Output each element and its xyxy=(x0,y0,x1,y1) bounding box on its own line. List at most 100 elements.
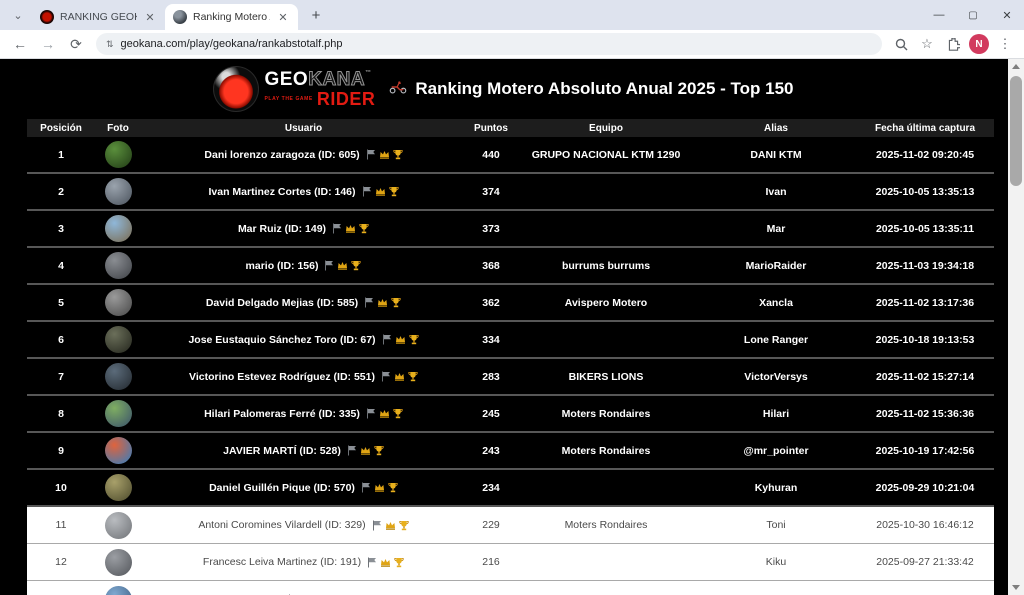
cell-photo xyxy=(95,437,141,464)
table-row: 8 Hilari Palomeras Ferré (ID: 335) 245 M… xyxy=(27,396,994,433)
url-input[interactable] xyxy=(121,38,872,50)
username: Antoni Coromines Vilardell (ID: 329) xyxy=(198,519,365,531)
logo-rider: RIDER xyxy=(317,90,376,108)
extensions-icon[interactable] xyxy=(941,32,965,56)
site-settings-icon[interactable]: ⇅ xyxy=(106,39,113,50)
zoom-icon[interactable] xyxy=(889,32,913,56)
cell-position: 12 xyxy=(27,556,95,568)
cell-points: 374 xyxy=(466,186,516,198)
minimize-button[interactable]: — xyxy=(922,0,956,30)
back-button[interactable]: ← xyxy=(8,32,32,56)
table-row: 3 Mar Ruiz (ID: 149) 373 Mar 2025-10-05 … xyxy=(27,211,994,248)
window-controls: — ▢ ✕ xyxy=(922,0,1024,30)
checkered-flag-icon xyxy=(372,520,382,531)
cell-position: 5 xyxy=(27,297,95,309)
crown-icon xyxy=(395,334,406,344)
cell-position: 2 xyxy=(27,186,95,198)
cell-team: Moters Rondaires xyxy=(516,445,696,457)
browser-tab-1[interactable]: RANKING GEOKANA – GEOKAN ✕ xyxy=(32,4,165,30)
reload-button[interactable]: ⟳ xyxy=(64,32,88,56)
cell-alias: VictorVersys xyxy=(696,371,856,383)
cell-date: 2025-09-27 21:33:42 xyxy=(856,556,994,568)
maximize-button[interactable]: ▢ xyxy=(956,0,990,30)
trophy-icon xyxy=(388,482,398,493)
cell-photo xyxy=(95,178,141,205)
cell-alias: Mar xyxy=(696,223,856,235)
forward-button[interactable]: → xyxy=(36,32,60,56)
page-scrollbar[interactable] xyxy=(1008,59,1024,595)
cell-position: 1 xyxy=(27,149,95,161)
cell-team: Moters Rondaires xyxy=(516,408,696,420)
cell-photo xyxy=(95,289,141,316)
checkered-flag-icon xyxy=(382,334,392,345)
cell-photo xyxy=(95,549,141,576)
checkered-flag-icon xyxy=(367,557,377,568)
scrollbar-up-icon[interactable] xyxy=(1008,59,1024,74)
crown-icon xyxy=(394,371,405,381)
table-row: 7 Victorino Estevez Rodríguez (ID: 551) … xyxy=(27,359,994,396)
avatar xyxy=(105,178,132,205)
username: David Delgado Mejias (ID: 585) xyxy=(206,297,358,309)
cell-date: 2025-10-19 17:42:56 xyxy=(856,445,994,457)
logo-kana: KANA xyxy=(308,69,365,90)
cell-points: 440 xyxy=(466,149,516,161)
logo-tagline: PLAY THE GAME xyxy=(264,97,312,102)
cell-date: 2025-11-02 15:27:14 xyxy=(856,371,994,383)
checkered-flag-icon xyxy=(332,223,342,234)
cell-points: 243 xyxy=(466,445,516,457)
table-row: 11 Antoni Coromines Vilardell (ID: 329) … xyxy=(27,507,994,544)
avatar xyxy=(105,474,132,501)
trophy-icon xyxy=(393,149,403,160)
cell-points: 229 xyxy=(466,519,516,531)
username: Ivan Martinez Cortes (ID: 146) xyxy=(208,186,355,198)
table-row: 9 JAVIER MARTÍ (ID: 528) 243 Moters Rond… xyxy=(27,433,994,470)
browser-tab-2-active[interactable]: Ranking Motero Absoluto Anua ✕ xyxy=(165,4,298,30)
username: Daniel Guillén Pique (ID: 570) xyxy=(209,482,355,494)
cell-team: Moters Rondaires xyxy=(516,519,696,531)
table-row: 5 David Delgado Mejias (ID: 585) 362 Avi… xyxy=(27,285,994,322)
page-header: GEOKANA™ PLAY THE GAME RIDER xyxy=(0,59,1008,119)
logo-trademark: ™ xyxy=(365,70,372,76)
browser-toolbar: ← → ⟳ ⇅ ☆ N ⋮ xyxy=(0,30,1024,59)
cell-alias: MarioRaider xyxy=(696,260,856,272)
cell-user: Mar Ruiz (ID: 149) xyxy=(141,223,466,235)
cell-points: 283 xyxy=(466,371,516,383)
avatar xyxy=(105,326,132,353)
avatar xyxy=(105,586,132,595)
browser-menu-icon[interactable]: ⋮ xyxy=(993,32,1017,56)
checkered-flag-icon xyxy=(362,186,372,197)
scrollbar-down-icon[interactable] xyxy=(1008,580,1024,595)
username: Dani lorenzo zaragoza (ID: 605) xyxy=(204,149,359,161)
cell-alias: Toni xyxy=(696,519,856,531)
cell-alias: Kyhuran xyxy=(696,482,856,494)
scrollbar-thumb[interactable] xyxy=(1010,76,1022,186)
avatar xyxy=(105,289,132,316)
avatar xyxy=(105,437,132,464)
cell-date: 2025-11-03 19:34:18 xyxy=(856,260,994,272)
profile-avatar[interactable]: N xyxy=(969,34,989,54)
address-bar[interactable]: ⇅ xyxy=(96,33,882,55)
tab-close-icon[interactable]: ✕ xyxy=(143,10,157,24)
geokana-ball-icon xyxy=(214,67,258,111)
cell-user: Hilari Palomeras Ferré (ID: 335) xyxy=(141,408,466,420)
col-header-equipo: Equipo xyxy=(516,123,696,134)
new-tab-button[interactable]: + xyxy=(304,3,328,27)
cell-position: 8 xyxy=(27,408,95,420)
username: Francesc Leiva Martinez (ID: 191) xyxy=(203,556,361,568)
crown-icon xyxy=(374,482,385,492)
tab-list-chevron-icon[interactable]: ⌄ xyxy=(6,3,30,27)
cell-points: 245 xyxy=(466,408,516,420)
tab-close-icon[interactable]: ✕ xyxy=(276,10,290,24)
ranking-favicon-icon xyxy=(173,10,187,24)
cell-user: Francesc Leiva Martinez (ID: 191) xyxy=(141,556,466,568)
cell-photo xyxy=(95,215,141,242)
logo-geo: GEO xyxy=(264,69,308,90)
browser-tab-strip: ⌄ RANKING GEOKANA – GEOKAN ✕ Ranking Mot… xyxy=(0,0,1024,30)
geokana-rider-logo: GEOKANA™ PLAY THE GAME RIDER xyxy=(214,67,375,111)
crown-icon xyxy=(345,223,356,233)
ranking-table: Posición Foto Usuario Puntos Equipo Alia… xyxy=(27,119,994,595)
cell-position: 7 xyxy=(27,371,95,383)
cell-position: 4 xyxy=(27,260,95,272)
close-button[interactable]: ✕ xyxy=(990,0,1024,30)
bookmark-star-icon[interactable]: ☆ xyxy=(915,32,939,56)
